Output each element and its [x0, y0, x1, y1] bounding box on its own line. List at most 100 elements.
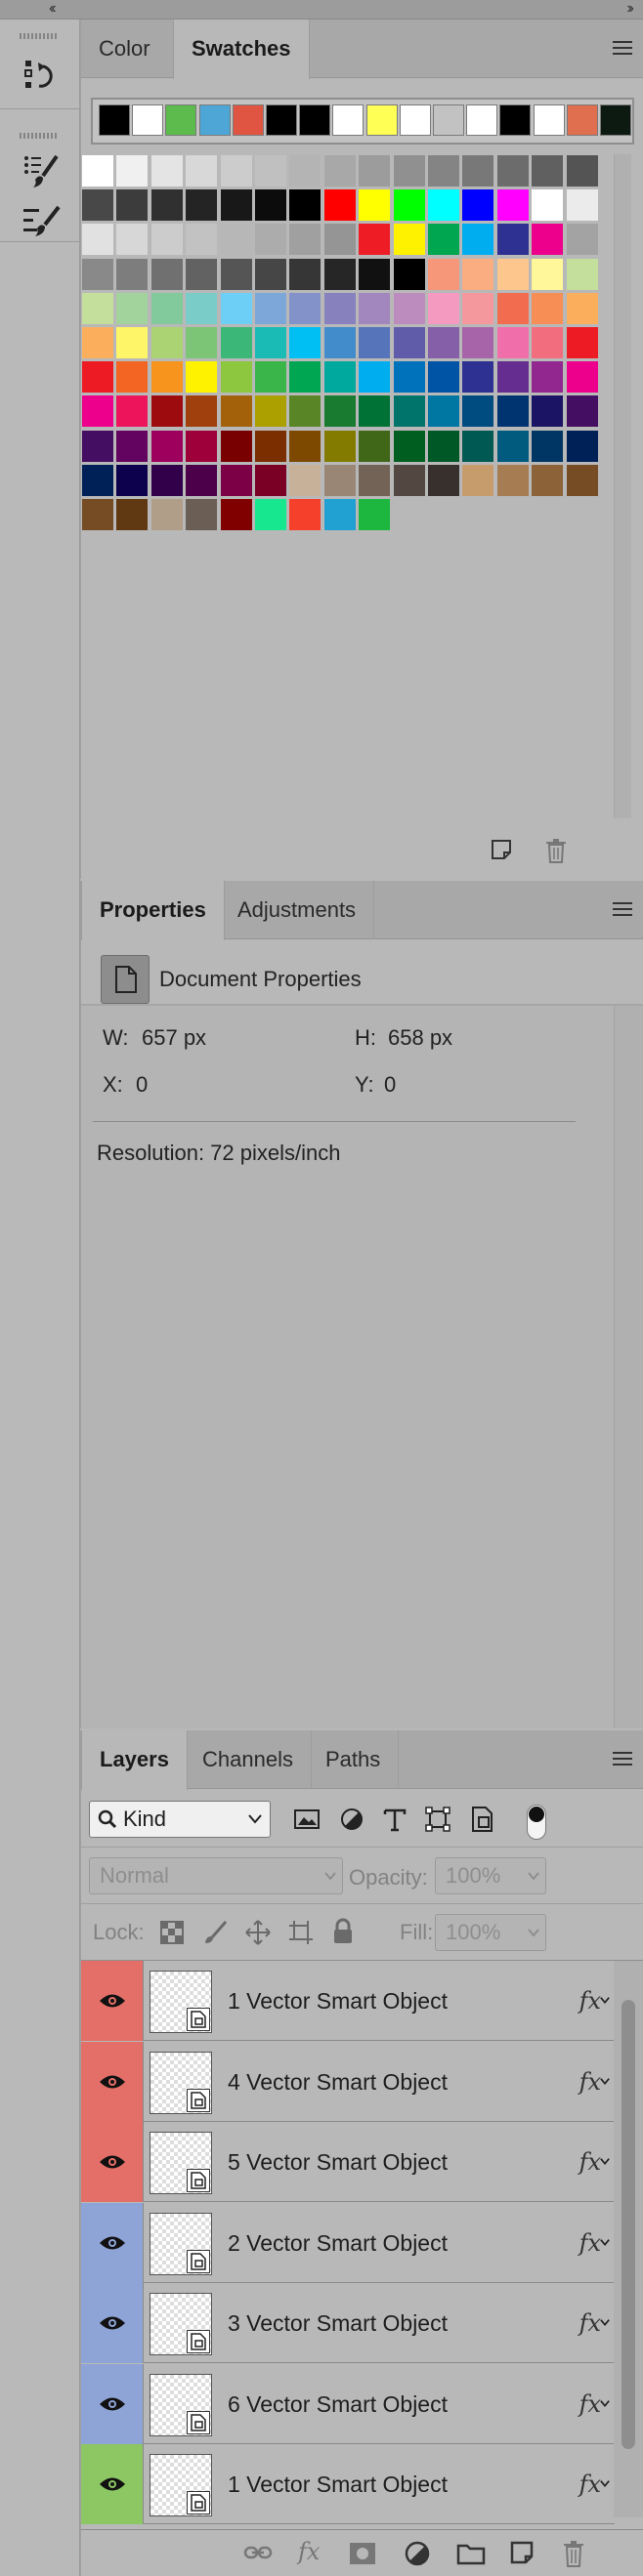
swatch-cell[interactable] — [288, 498, 322, 531]
swatch-cell[interactable] — [392, 188, 426, 223]
swatch-cell[interactable] — [322, 498, 357, 531]
swatch-cell[interactable] — [392, 257, 426, 291]
swatch-cell[interactable] — [427, 326, 460, 359]
swatch-cell[interactable] — [427, 223, 460, 257]
swatch-cell[interactable] — [185, 257, 219, 291]
group-folder-icon[interactable] — [456, 2542, 486, 2565]
swatch-cell[interactable] — [254, 498, 287, 531]
swatch-cell[interactable] — [254, 429, 287, 463]
swatch-cell[interactable] — [461, 326, 495, 359]
swatch-cell[interactable] — [322, 223, 357, 257]
swatch-cell[interactable] — [531, 257, 565, 291]
swatch-cell[interactable] — [219, 154, 253, 187]
swatch-cell[interactable] — [219, 326, 253, 359]
swatch-cell[interactable] — [322, 257, 357, 291]
swatch-cell[interactable] — [565, 257, 599, 291]
swatch-cell[interactable] — [150, 395, 184, 429]
visibility-toggle[interactable] — [81, 2444, 144, 2524]
swatch-cell[interactable] — [150, 360, 184, 395]
tab-channels[interactable]: Channels — [185, 1730, 312, 1789]
swatch-cell[interactable] — [427, 154, 460, 187]
visibility-toggle[interactable] — [81, 2041, 144, 2122]
swatch-cell[interactable] — [427, 395, 460, 429]
fx-icon[interactable]: fx — [579, 2283, 601, 2363]
tab-properties[interactable]: Properties — [81, 881, 225, 940]
swatch-cell[interactable] — [254, 291, 287, 325]
blend-mode-select[interactable]: Normal — [89, 1857, 343, 1894]
width-value[interactable]: 657 px — [142, 1025, 206, 1051]
visibility-toggle[interactable] — [81, 2202, 144, 2283]
layer-name[interactable]: 4 Vector Smart Object — [228, 2042, 448, 2122]
height-value[interactable]: 658 px — [388, 1025, 452, 1051]
swatch-cell[interactable] — [427, 360, 460, 395]
recent-swatch[interactable] — [365, 104, 398, 136]
swatch-cell[interactable] — [115, 498, 150, 531]
swatch-cell[interactable] — [461, 429, 495, 463]
swatch-cell[interactable] — [531, 429, 565, 463]
lock-pixels-icon[interactable] — [202, 1920, 228, 1945]
swatch-cell[interactable] — [254, 463, 287, 497]
swatch-cell[interactable] — [565, 395, 599, 429]
swatch-cell[interactable] — [288, 188, 322, 223]
layer-thumbnail[interactable] — [150, 1971, 212, 2033]
layer-row[interactable]: 2 Vector Smart Object fx — [81, 2202, 615, 2283]
fx-icon[interactable]: fx — [579, 1961, 601, 2041]
fx-icon[interactable]: fx — [298, 2538, 320, 2565]
recent-swatch[interactable] — [533, 104, 565, 136]
adjustment-layer-icon[interactable] — [404, 2540, 433, 2569]
swatch-cell[interactable] — [115, 291, 150, 325]
swatch-cell[interactable] — [358, 188, 392, 223]
swatch-cell[interactable] — [288, 429, 322, 463]
swatch-cell[interactable] — [322, 463, 357, 497]
swatch-cell[interactable] — [322, 360, 357, 395]
swatch-cell[interactable] — [185, 291, 219, 325]
swatch-cell[interactable] — [219, 360, 253, 395]
swatch-cell[interactable] — [288, 395, 322, 429]
swatch-cell[interactable] — [219, 188, 253, 223]
swatch-cell[interactable] — [495, 188, 530, 223]
lock-all-icon[interactable] — [331, 1918, 355, 1945]
swatch-cell[interactable] — [358, 498, 392, 531]
swatch-cell[interactable] — [461, 188, 495, 223]
recent-swatch[interactable] — [499, 104, 532, 136]
swatch-cell[interactable] — [81, 154, 114, 187]
swatch-cell[interactable] — [81, 498, 114, 531]
layer-name[interactable]: 2 Vector Smart Object — [228, 2203, 448, 2283]
swatch-cell[interactable] — [219, 223, 253, 257]
swatch-cell[interactable] — [81, 223, 114, 257]
swatch-cell[interactable] — [150, 326, 184, 359]
fill-field[interactable]: 100% — [435, 1914, 546, 1951]
swatch-cell[interactable] — [427, 188, 460, 223]
swatch-cell[interactable] — [185, 326, 219, 359]
swatch-cell[interactable] — [358, 154, 392, 187]
opacity-field[interactable]: 100% — [435, 1857, 546, 1894]
swatch-cell[interactable] — [392, 223, 426, 257]
swatch-cell[interactable] — [322, 154, 357, 187]
swatch-cell[interactable] — [150, 463, 184, 497]
layer-thumbnail[interactable] — [150, 2132, 212, 2194]
swatch-cell[interactable] — [254, 223, 287, 257]
swatch-cell[interactable] — [358, 326, 392, 359]
scroll-thumb[interactable] — [622, 2000, 635, 2449]
layer-name[interactable]: 1 Vector Smart Object — [228, 1961, 448, 2041]
swatch-cell[interactable] — [427, 429, 460, 463]
filter-pixel-icon[interactable] — [292, 1805, 322, 1834]
tab-swatches[interactable]: Swatches — [173, 20, 310, 79]
swatch-cell[interactable] — [115, 257, 150, 291]
swatch-cell[interactable] — [254, 257, 287, 291]
swatch-cell[interactable] — [427, 257, 460, 291]
swatch-cell[interactable] — [531, 360, 565, 395]
swatch-cell[interactable] — [219, 463, 253, 497]
lock-position-icon[interactable] — [245, 1920, 271, 1945]
swatch-cell[interactable] — [461, 463, 495, 497]
swatch-cell[interactable] — [288, 463, 322, 497]
visibility-toggle[interactable] — [81, 2283, 144, 2363]
swatch-cell[interactable] — [495, 395, 530, 429]
swatch-cell[interactable] — [392, 326, 426, 359]
swatch-cell[interactable] — [565, 223, 599, 257]
swatch-cell[interactable] — [495, 326, 530, 359]
tab-layers[interactable]: Layers — [81, 1730, 188, 1790]
layer-name[interactable]: 5 Vector Smart Object — [228, 2122, 448, 2202]
swatch-cell[interactable] — [461, 257, 495, 291]
swatch-cell[interactable] — [427, 291, 460, 325]
